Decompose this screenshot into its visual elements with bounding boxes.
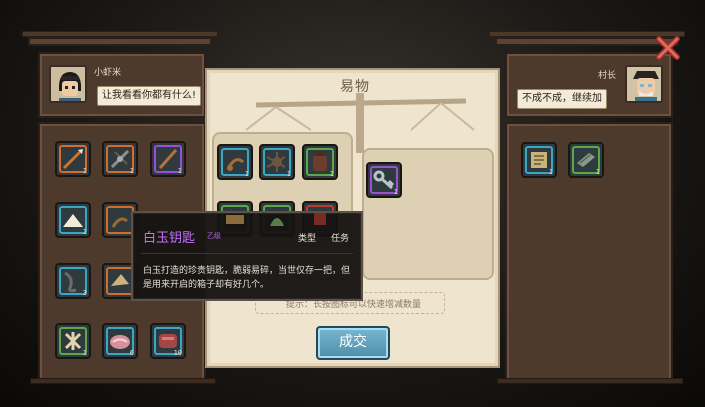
tooltip-description: 白玉打造的珍贵钥匙，脆弱易碎，当世仅存一把，但是用来开启的箱子却有好几个。	[143, 266, 351, 290]
inventory-slot-bones[interactable]: 1	[55, 323, 91, 359]
tooltip-item-grade: 乙级	[207, 232, 221, 240]
green-herb-icon	[270, 218, 284, 226]
offer-slot-cloth[interactable]	[217, 201, 253, 237]
left-roof	[22, 31, 218, 46]
offer-slot-red-item[interactable]	[302, 201, 338, 237]
close-icon	[656, 36, 680, 60]
left-npc-name: 小虾米	[94, 68, 122, 78]
scorpion-icon	[226, 158, 244, 171]
offer-slot-spider[interactable]: 1	[259, 144, 295, 180]
spider-icon	[266, 152, 286, 172]
inventory-slot-spear[interactable]: 1	[55, 141, 91, 177]
right-npc-speech: 不成不成，继续加	[517, 89, 607, 109]
inventory-slot-chain[interactable]: 3	[55, 263, 91, 299]
right-npc-name: 村长	[598, 71, 617, 81]
inventory-slot-staff[interactable]: 1	[150, 141, 186, 177]
left-npc-panel	[38, 52, 206, 118]
scroll-icon	[531, 152, 547, 168]
tooltip-type-value: 任务	[331, 234, 350, 244]
staff-icon	[158, 149, 178, 169]
left-npc-speech: 让我看看你都有什么!	[97, 86, 202, 106]
right-roof	[489, 31, 685, 46]
tooltip-item-name: 白玉钥匙	[143, 231, 196, 246]
key-icon	[373, 170, 395, 190]
book-icon	[577, 153, 595, 167]
cloth-icon	[226, 215, 244, 224]
right-slot-book[interactable]: 1	[568, 142, 604, 178]
scorpion-icon	[111, 217, 128, 228]
crossbow-icon	[110, 149, 130, 169]
inventory-slot-crossbow[interactable]: 1	[102, 141, 138, 177]
request-slot-key[interactable]: 1	[366, 162, 402, 198]
inventory-slot-meat[interactable]: 6	[102, 323, 138, 359]
spear-icon	[62, 149, 83, 170]
right-npc-portrait	[625, 65, 663, 103]
right-slot-scroll[interactable]: 1	[521, 142, 557, 178]
offer-slot-bag[interactable]: 1	[302, 144, 338, 180]
inventory-slot-scorpion[interactable]	[102, 202, 138, 238]
salt-pile-icon	[63, 214, 83, 227]
meat-icon	[110, 335, 130, 349]
raw-meat-icon	[159, 334, 177, 348]
bones-icon	[64, 332, 82, 350]
inventory-slot-raw-meat[interactable]: 10	[150, 323, 186, 359]
tooltip-type-label: 类型	[298, 234, 317, 244]
deal-button[interactable]: 成交	[316, 326, 390, 360]
inventory-slot-fan[interactable]	[102, 263, 138, 299]
left-base-beam	[30, 378, 216, 384]
bag-icon	[313, 152, 327, 171]
chain-icon	[64, 271, 77, 293]
tooltip-divider	[141, 253, 353, 254]
trade-screen: 小虾米 让我看看你都有什么! 1 1 1 1 3 1 6 10 易物 提示：长按…	[0, 0, 705, 407]
offer-slot-herb[interactable]	[259, 201, 295, 237]
red-item-icon	[314, 213, 326, 225]
right-base-beam	[497, 378, 683, 384]
fan-icon	[111, 274, 129, 286]
inventory-slot-salt[interactable]: 1	[55, 202, 91, 238]
left-npc-portrait	[49, 65, 87, 103]
close-button[interactable]	[654, 34, 682, 62]
offer-slot-scorpion[interactable]: 1	[217, 144, 253, 180]
